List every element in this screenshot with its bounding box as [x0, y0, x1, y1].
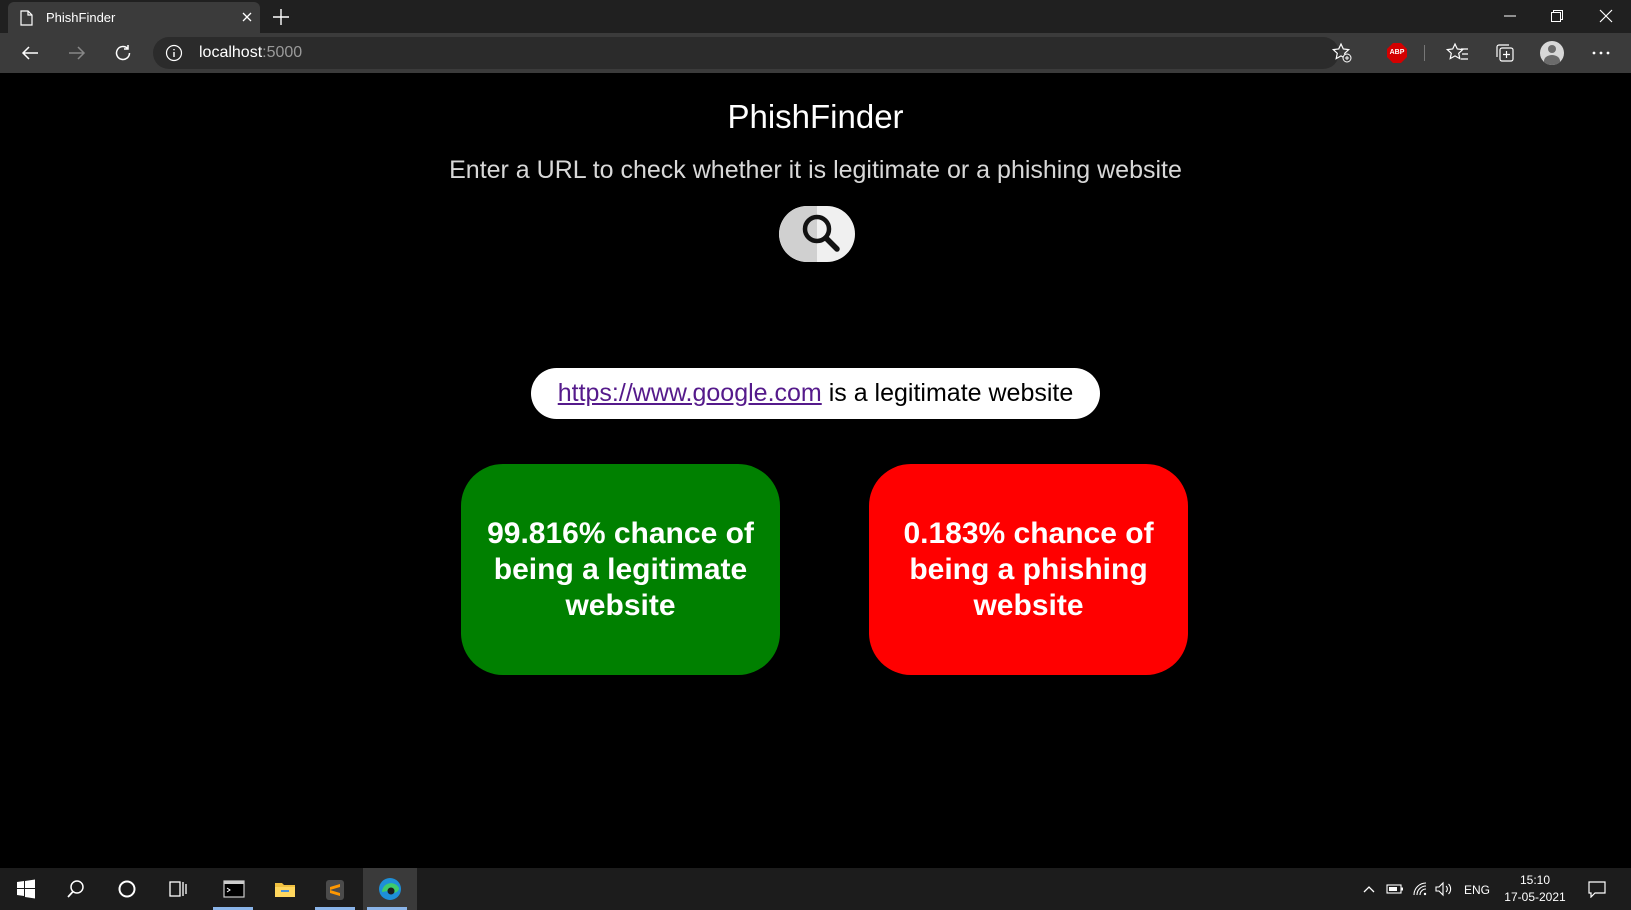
clock-time: 15:10	[1519, 873, 1551, 887]
file-explorer-icon	[275, 883, 295, 897]
minimize-button[interactable]	[1488, 3, 1532, 29]
search-icon	[67, 880, 84, 898]
checked-url-link[interactable]: https://www.google.com	[558, 379, 822, 407]
clock-date: 17-05-2021	[1504, 890, 1566, 904]
page-subtitle: Enter a URL to check whether it is legit…	[449, 156, 1182, 184]
browser-tab[interactable]: PhishFinder	[8, 2, 260, 33]
browser-titlebar: PhishFinder	[0, 0, 1631, 33]
taskbar-file-explorer[interactable]	[260, 868, 308, 910]
back-button[interactable]	[15, 38, 45, 68]
cortana-button[interactable]	[103, 868, 151, 910]
search-icon	[802, 214, 840, 252]
arrow-left-icon	[21, 46, 38, 60]
arrow-right-icon	[69, 46, 86, 60]
start-icon	[17, 879, 35, 899]
task-view-button[interactable]	[154, 868, 202, 910]
taskbar-edge[interactable]	[363, 868, 417, 910]
profile-avatar[interactable]	[1540, 41, 1564, 65]
browser-toolbar: localhost:5000	[0, 33, 1631, 73]
restore-button[interactable]	[1535, 3, 1579, 29]
favorites-icon[interactable]	[1445, 40, 1471, 66]
windows-taskbar: ENG 15:10 17-05-2021	[0, 868, 1631, 910]
cortana-icon	[118, 880, 136, 898]
result-verdict: is a legitimate website	[821, 379, 1074, 407]
language-indicator[interactable]: ENG	[1464, 883, 1490, 897]
add-favorite-icon[interactable]	[1331, 42, 1353, 64]
search-toggle-button[interactable]	[779, 206, 855, 262]
page-content: PhishFinder Enter a URL to check whether…	[0, 74, 1631, 868]
result-message: https://www.google.com is a legitimate w…	[531, 368, 1100, 419]
restore-icon	[1551, 10, 1563, 22]
taskbar-sublime-text[interactable]	[311, 868, 359, 910]
minimize-icon	[1504, 15, 1516, 17]
start-button[interactable]	[2, 868, 50, 910]
close-icon[interactable]	[238, 8, 256, 26]
volume-icon[interactable]	[1435, 881, 1453, 897]
task-view-icon	[169, 881, 187, 897]
battery-icon[interactable]	[1386, 882, 1404, 896]
edge-icon	[379, 878, 401, 900]
sublime-text-icon	[326, 880, 344, 900]
page-title: PhishFinder	[727, 98, 904, 135]
system-clock[interactable]: 15:10 17-05-2021	[1500, 872, 1570, 906]
new-tab-icon[interactable]	[270, 6, 292, 28]
close-window-button[interactable]	[1584, 3, 1628, 29]
terminal-icon	[223, 880, 245, 898]
taskbar-terminal[interactable]	[209, 868, 257, 910]
document-icon	[20, 10, 33, 26]
taskbar-search-button[interactable]	[52, 868, 100, 910]
phishing-probability-card: 0.183% chance of being a phishing websit…	[869, 464, 1188, 675]
toolbar-divider	[1424, 45, 1425, 61]
address-url[interactable]: localhost:5000	[199, 44, 302, 62]
collections-icon[interactable]	[1492, 40, 1518, 66]
more-options-icon[interactable]	[1588, 40, 1614, 66]
chevron-up-icon[interactable]	[1362, 882, 1376, 896]
adblock-plus-icon[interactable]: ABP	[1387, 43, 1407, 63]
info-icon[interactable]	[165, 44, 183, 62]
refresh-button[interactable]	[108, 38, 138, 68]
legitimate-probability-card: 99.816% chance of being a legitimate web…	[461, 464, 780, 675]
close-icon	[1599, 9, 1613, 23]
tab-title: PhishFinder	[46, 10, 116, 25]
forward-button[interactable]	[62, 38, 92, 68]
address-bar[interactable]: localhost:5000	[153, 37, 1352, 69]
notification-icon[interactable]	[1588, 880, 1606, 898]
refresh-icon	[115, 45, 131, 61]
wifi-icon[interactable]	[1412, 881, 1428, 897]
